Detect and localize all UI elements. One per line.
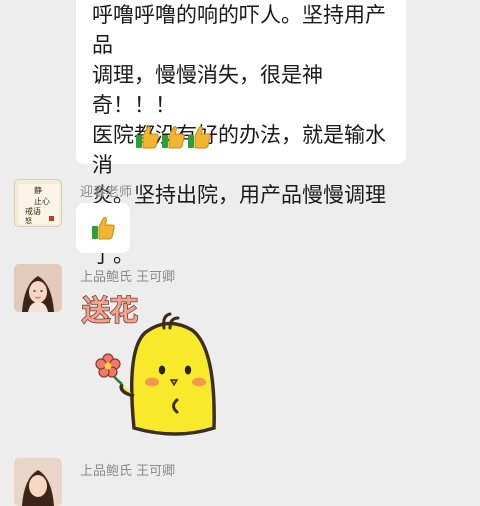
- avatar-char: 止心: [34, 196, 50, 206]
- thumbs-up-icon: [92, 217, 115, 240]
- thumbs-up-emoji-group: [134, 124, 212, 150]
- yellow-chick-sticker-image: 送花: [81, 293, 216, 436]
- avatar-char: 怒: [25, 216, 32, 225]
- avatar-yingchun[interactable]: 静 止心 戒语 怒: [14, 179, 62, 227]
- sender-name: 上品鲍氏 王可卿: [80, 270, 176, 285]
- thumbs-up-icon: [188, 126, 211, 149]
- calligraphy-avatar-image: 静 止心 戒语 怒: [19, 184, 59, 225]
- message-bubble-text[interactable]: 呼噜呼噜的响的吓人。坚持用产品 调理，慢慢消失，很是神奇！！！ 医院都没有好的办…: [76, 0, 406, 267]
- avatar-char: 戒语: [25, 206, 41, 216]
- sticker-caption: 送花: [82, 294, 138, 327]
- flower-sticker[interactable]: 送花: [76, 288, 236, 448]
- avatar-wangkeqing[interactable]: [14, 264, 62, 312]
- sender-name: 迎春老师: [80, 185, 133, 200]
- flower-icon: [95, 353, 121, 378]
- portrait-avatar-image: [14, 458, 62, 506]
- avatar-char: 静: [34, 185, 42, 195]
- sender-name: 上品鲍氏 王可卿: [80, 464, 176, 479]
- message-bubble-emoji[interactable]: [76, 203, 130, 253]
- portrait-avatar-image: [14, 264, 62, 312]
- avatar-wangkeqing[interactable]: [14, 458, 62, 506]
- thumbs-up-icon: [162, 126, 185, 149]
- thumbs-up-icon: [136, 126, 159, 149]
